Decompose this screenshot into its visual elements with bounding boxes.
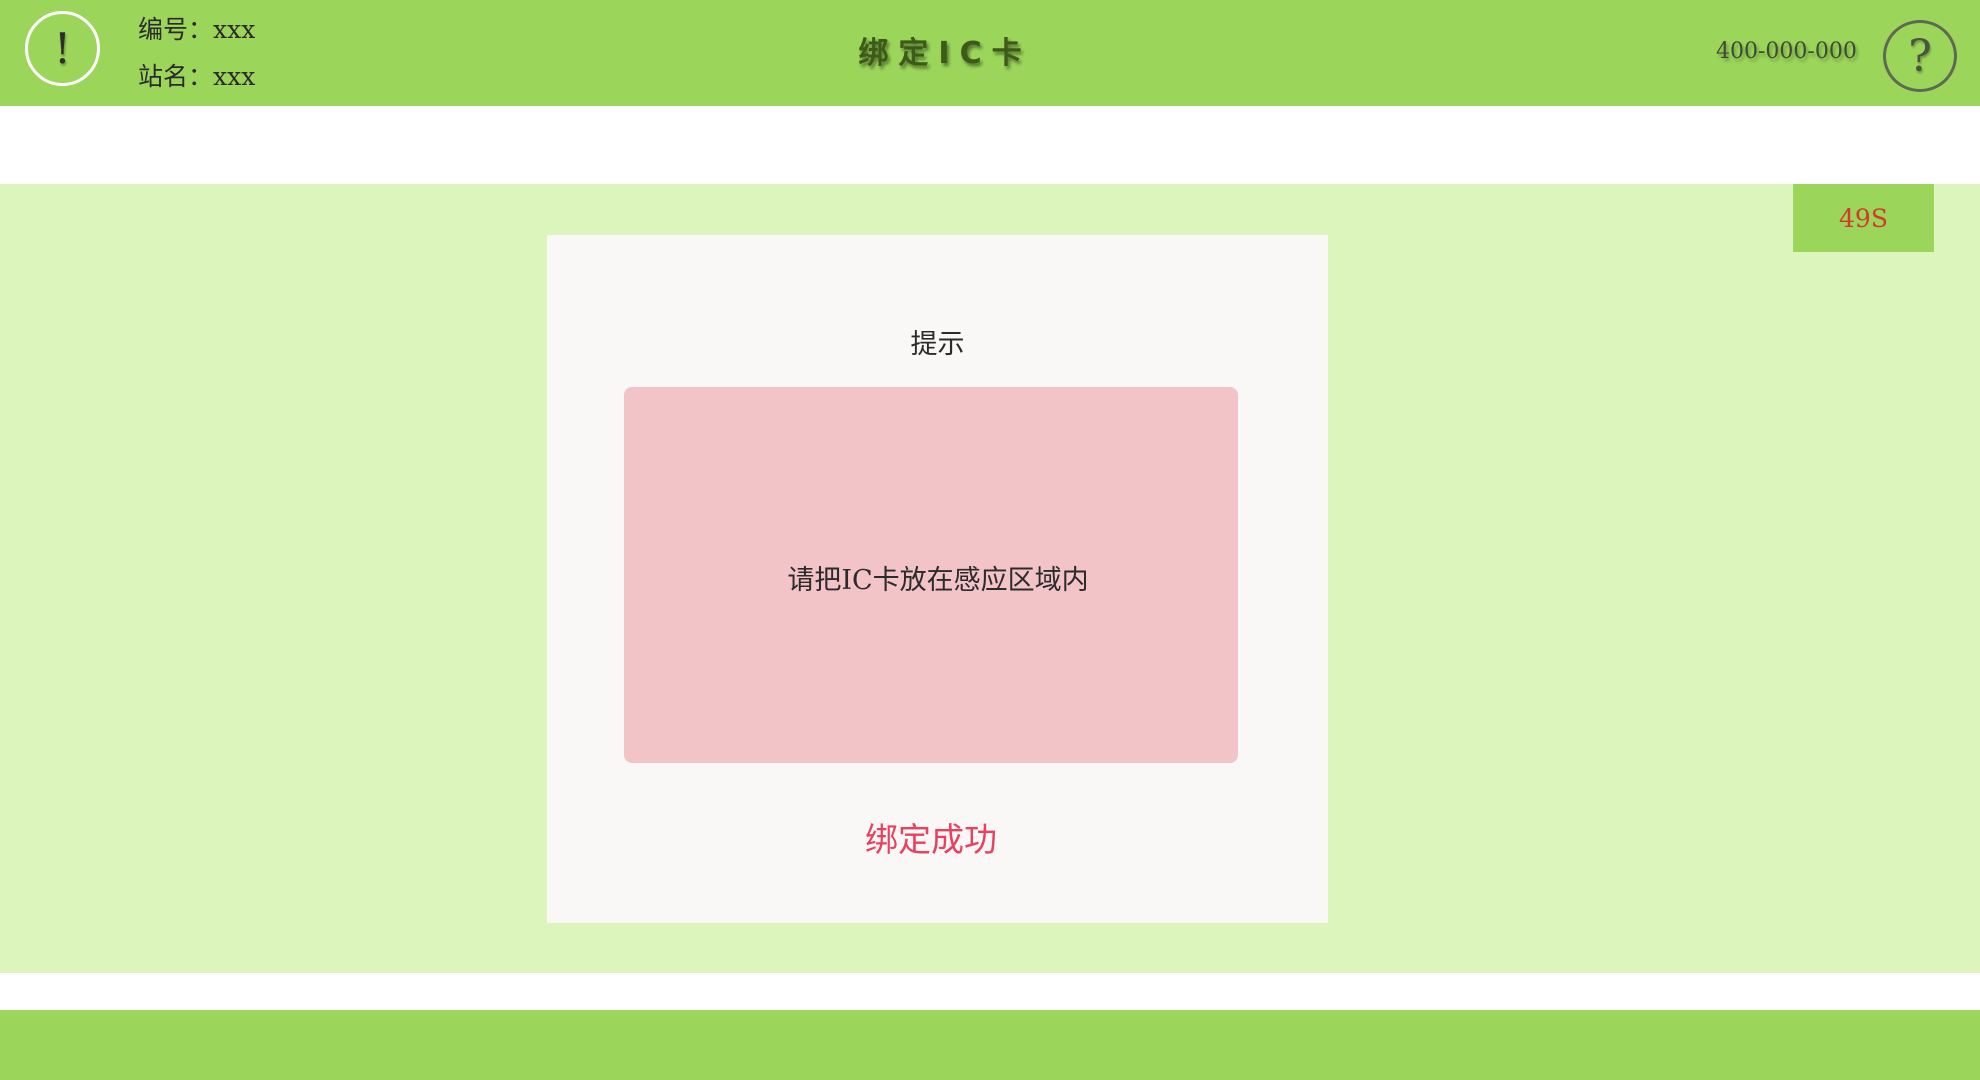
card-reader-area: 请把IC卡放在感应区域内 (624, 387, 1238, 763)
service-hotline: 400-000-000 (1716, 39, 1857, 64)
bottom-footer-bar (0, 1010, 1980, 1080)
page-title: 绑定IC卡 (858, 36, 1032, 71)
bind-result-message: 绑定成功 (865, 820, 997, 859)
help-icon[interactable]: ? (1883, 20, 1957, 92)
top-header-bar: ! 编号：xxx 站名：xxx 绑定IC卡 400-000-000 ? (0, 0, 1980, 106)
card-instruction-text: 请把IC卡放在感应区域内 (787, 564, 1089, 596)
dialog-title-text: 提示 (910, 329, 965, 360)
dialog-title: 提示 (547, 235, 1328, 358)
prompt-dialog: 提示 请把IC卡放在感应区域内 绑定成功 (547, 235, 1328, 923)
main-content-area: 49S 提示 请把IC卡放在感应区域内 绑定成功 (0, 184, 1980, 973)
page: ! 编号：xxx 站名：xxx 绑定IC卡 400-000-000 ? 49S … (0, 0, 1980, 1080)
countdown-timer: 49S (1793, 184, 1934, 252)
